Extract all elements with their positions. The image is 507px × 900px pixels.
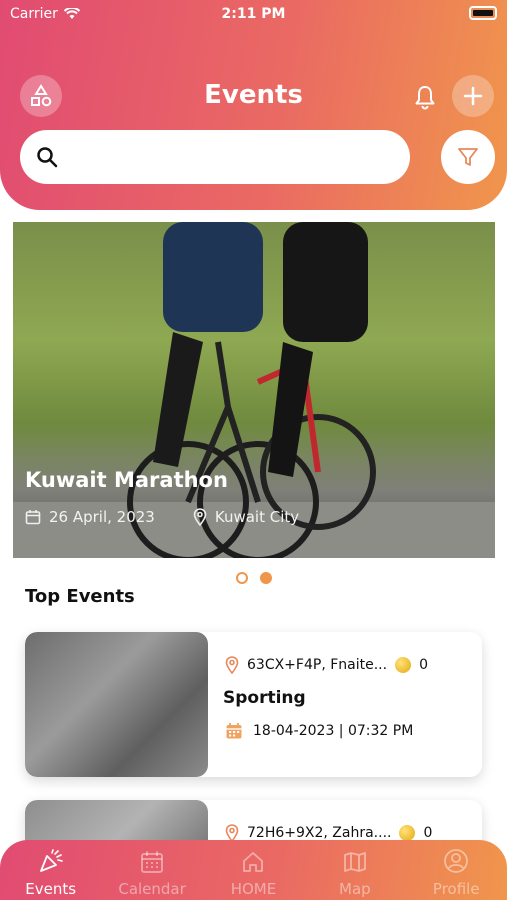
user-icon: [444, 849, 469, 873]
carousel-dot-active[interactable]: [259, 572, 272, 584]
event-card[interactable]: 63CX+F4P, Fnaite... 0 Sporting 18-04-202…: [25, 632, 482, 777]
event-location: 72H6+9X2, Zahra....: [247, 825, 392, 841]
tab-events[interactable]: Events: [6, 848, 96, 898]
party-popper-icon: [39, 849, 63, 872]
featured-event-title: Kuwait Marathon: [25, 468, 228, 492]
featured-event-location: Kuwait City: [214, 508, 300, 526]
search-bar[interactable]: [20, 130, 410, 184]
tab-calendar[interactable]: Calendar: [107, 850, 197, 898]
notifications-button[interactable]: [413, 84, 437, 114]
featured-event-banner[interactable]: Kuwait Marathon 26 April, 2023 Kuwait Ci…: [13, 222, 495, 558]
tab-map[interactable]: Map: [310, 850, 400, 898]
tab-home-label: HOME: [230, 880, 277, 898]
filter-button[interactable]: [441, 130, 495, 184]
coin-icon: [395, 657, 412, 673]
calendar-icon: [141, 851, 163, 873]
location-pin-icon: [225, 656, 239, 674]
status-bar: Carrier 2:11 PM: [0, 0, 507, 30]
filter-icon: [458, 148, 478, 166]
add-event-button[interactable]: [452, 75, 494, 117]
featured-event-meta: 26 April, 2023 Kuwait City: [25, 508, 299, 526]
bell-icon: [415, 86, 435, 110]
event-title: Sporting: [223, 688, 306, 708]
header: Carrier 2:11 PM Events: [0, 0, 507, 210]
event-coins: 0: [419, 657, 428, 673]
event-coins: 0: [423, 825, 433, 841]
event-location: 63CX+F4P, Fnaite...: [247, 657, 388, 673]
tab-map-label: Map: [339, 880, 371, 898]
tab-home[interactable]: HOME: [208, 850, 298, 898]
plus-icon: [463, 86, 483, 106]
tab-calendar-label: Calendar: [118, 880, 186, 898]
event-card-image: [25, 632, 208, 777]
calendar-icon: [226, 723, 242, 739]
battery-icon: [469, 6, 497, 20]
featured-event-date: 26 April, 2023: [49, 508, 155, 526]
carousel-dot[interactable]: [235, 572, 248, 584]
event-datetime: 18-04-2023 | 07:32 PM: [253, 723, 414, 739]
calendar-icon: [25, 510, 41, 525]
search-icon: [37, 147, 58, 168]
tab-profile-label: Profile: [432, 880, 480, 898]
location-pin-icon: [193, 508, 207, 526]
home-icon: [243, 852, 264, 872]
tab-events-label: Events: [25, 880, 77, 898]
clock: 2:11 PM: [221, 6, 286, 22]
search-input[interactable]: [70, 147, 390, 167]
carousel-indicator: [0, 572, 507, 584]
map-icon: [343, 852, 366, 872]
bottom-tab-bar: Events Calendar HOME Map Profile: [0, 840, 507, 900]
coin-icon: [399, 825, 416, 841]
top-events-heading: Top Events: [25, 586, 135, 607]
tab-profile[interactable]: Profile: [411, 848, 501, 898]
